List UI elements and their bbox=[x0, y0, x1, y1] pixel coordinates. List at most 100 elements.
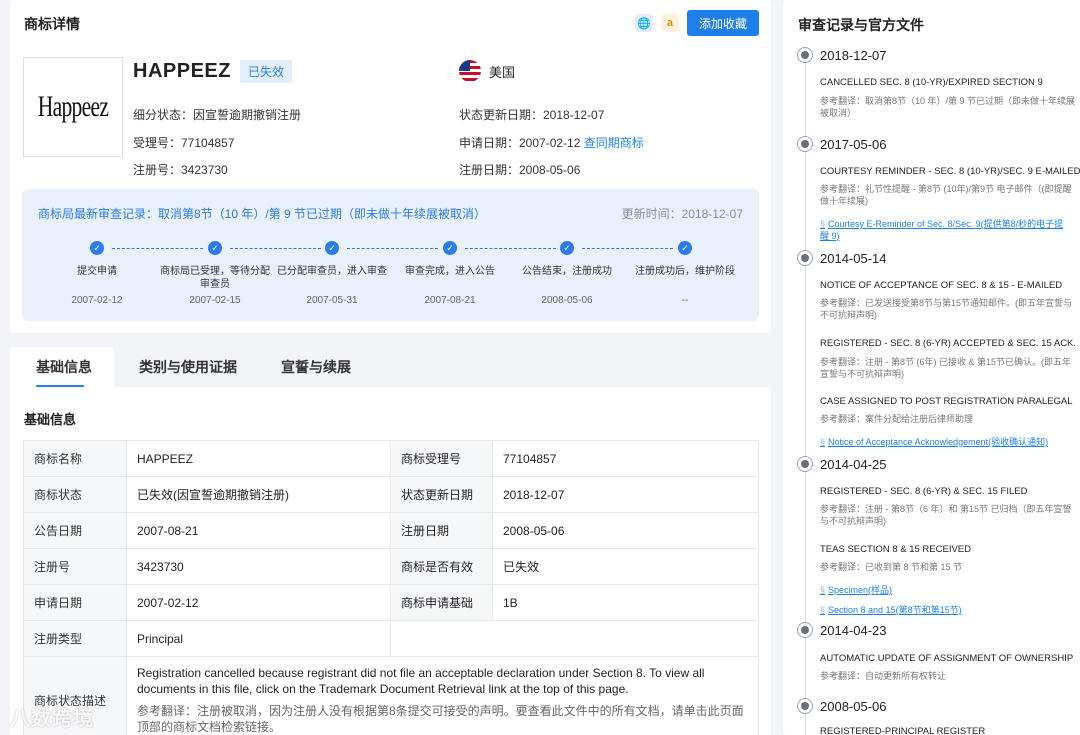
timeline-event: NOTICE OF ACCEPTANCE OF SEC. 8 & 15 - E-… bbox=[820, 280, 1063, 291]
tab-basic-info[interactable]: 基础信息 bbox=[36, 357, 92, 377]
table-label: 公告日期 bbox=[23, 512, 127, 549]
timeline-date: 2008-05-06 bbox=[797, 698, 887, 714]
timeline-date: 2014-05-14 bbox=[797, 250, 887, 266]
timeline-translation: 参考翻译：注册 - 第8节 (6年) 已接收 & 第15节已确认。(即五年宣誓与… bbox=[820, 357, 1072, 379]
table-row: 注册类型 Principal bbox=[23, 620, 759, 657]
country: 美国 bbox=[459, 60, 515, 82]
table-value: HAPPEEZ bbox=[126, 440, 391, 477]
timeline-date: 2014-04-25 bbox=[797, 456, 887, 472]
status-badge: 已失效 bbox=[240, 60, 293, 83]
timeline-date: 2018-12-07 bbox=[797, 47, 887, 63]
timeline-event: CANCELLED SEC. 8 (10-YR)/EXPIRED SECTION… bbox=[820, 77, 1043, 88]
check-icon: ✓ bbox=[678, 241, 692, 255]
progress-step: ✓ 提交申请 2007-02-12 bbox=[38, 241, 156, 306]
timeline-event: AUTOMATIC UPDATE OF ASSIGNMENT OF OWNERS… bbox=[820, 653, 1074, 664]
table-value: 已失效(因宣誓逾期撤销注册) bbox=[126, 476, 391, 513]
tab-classes-evidence[interactable]: 类别与使用证据 bbox=[139, 357, 237, 377]
table-value: 已失效 bbox=[492, 548, 759, 585]
amazon-icon[interactable]: a bbox=[660, 14, 679, 32]
timeline-event: CASE ASSIGNED TO POST REGISTRATION PARAL… bbox=[820, 396, 1073, 407]
document-link[interactable]: § Courtesy E-Reminder of Sec. 8/Sec. 9(提供… bbox=[820, 218, 1070, 242]
timeline-translation: 参考翻译：案件分配给注册后律师助理 bbox=[820, 414, 974, 424]
timeline-translation: 参考翻译：自动更新所有权转让 bbox=[820, 671, 947, 681]
same-period-link[interactable]: 查同期商标 bbox=[584, 136, 644, 150]
table-value: 2008-05-06 bbox=[492, 512, 759, 549]
basic-info-table: 商标名称 HAPPEEZ 商标受理号 77104857 商标状态 已失效(因宣誓… bbox=[23, 440, 759, 735]
apply-date: 申请日期：2007-02-12 bbox=[459, 136, 581, 150]
step-label: 提交申请 bbox=[77, 266, 117, 277]
timeline-date: 2014-04-23 bbox=[797, 622, 887, 638]
table-value: 77104857 bbox=[492, 440, 759, 477]
trademark-detail-card: 商标详情 🌐 a 添加收藏 Happeez HAPPEEZ 已失效 美国 细分状… bbox=[10, 0, 771, 333]
check-icon: ✓ bbox=[208, 241, 222, 255]
detail-title: 商标详情 bbox=[24, 16, 80, 32]
timeline-event: REGISTERED - SEC. 8 (6-YR) ACCEPTED & SE… bbox=[820, 338, 1077, 349]
progress-step: ✓ 注册成功后，维护阶段 -- bbox=[626, 241, 744, 306]
table-row: 注册号 3423730 商标是否有效 已失效 bbox=[23, 548, 759, 585]
table-label: 商标是否有效 bbox=[390, 548, 493, 585]
records-card: 审查记录与官方文件 2018-12-07 CANCELLED SEC. 8 (1… bbox=[783, 0, 1080, 735]
detailed-status: 细分状态：因宣誓逾期撤销注册 bbox=[133, 108, 302, 122]
step-date: 2007-02-15 bbox=[189, 295, 241, 306]
step-date: 2008-05-06 bbox=[541, 295, 593, 306]
progress-steps: ✓ 提交申请 2007-02-12 ✓ 商标局已受理，等待分配审查员 2007-… bbox=[38, 241, 743, 311]
status-description-text: Registration cancelled because registran… bbox=[137, 666, 705, 696]
step-label: 公告结束，注册成功 bbox=[522, 266, 612, 277]
table-label: 商标申请基础 bbox=[390, 584, 493, 621]
status-description: Registration cancelled because registran… bbox=[126, 656, 759, 735]
step-label: 注册成功后，维护阶段 bbox=[635, 266, 735, 277]
records-title: 审查记录与官方文件 bbox=[798, 17, 924, 33]
add-favorite-button[interactable]: 添加收藏 bbox=[686, 10, 759, 36]
step-date: -- bbox=[681, 295, 689, 306]
status-update-date: 状态更新日期：2018-12-07 bbox=[459, 108, 605, 122]
table-value: 3423730 bbox=[126, 548, 391, 585]
us-flag-icon bbox=[459, 60, 481, 82]
table-label: 商标名称 bbox=[23, 440, 127, 477]
step-label: 已分配审查员，进入审查 bbox=[277, 266, 387, 277]
document-link[interactable]: § Notice of Acceptance Acknowledgement(验收… bbox=[820, 435, 1048, 448]
check-icon: ✓ bbox=[560, 241, 574, 255]
table-row: 商标状态描述 Registration cancelled because re… bbox=[23, 656, 759, 735]
country-name: 美国 bbox=[489, 64, 516, 80]
trademark-logo: Happeez bbox=[23, 57, 123, 157]
document-link-icon: § bbox=[820, 219, 826, 229]
detail-actions: 🌐 a 添加收藏 bbox=[634, 10, 759, 36]
progress-step: ✓ 公告结束，注册成功 2008-05-06 bbox=[508, 241, 626, 306]
table-row: 商标名称 HAPPEEZ 商标受理号 77104857 bbox=[23, 440, 759, 477]
registration-number: 注册号：3423730 bbox=[133, 163, 228, 177]
step-date: 2007-08-21 bbox=[424, 295, 476, 306]
timeline-event: COURTESY REMINDER - SEC. 8 (10-YR)/SEC. … bbox=[820, 166, 1080, 177]
document-link-icon: § bbox=[820, 437, 826, 447]
table-label: 状态更新日期 bbox=[390, 476, 493, 513]
timeline-translation: 参考翻译：已发送接受第8节与第15节通知邮件。(即五年宣誓与不可抗辩声明) bbox=[820, 298, 1073, 320]
timeline-event: REGISTERED-PRINCIPAL REGISTER bbox=[820, 726, 986, 735]
timeline-node-icon bbox=[797, 456, 813, 472]
timeline-date: 2017-05-06 bbox=[797, 136, 887, 152]
globe-icon[interactable]: 🌐 bbox=[634, 14, 653, 32]
timeline-translation: 参考翻译：注册 - 第8节（6 年）和 第15节 已归档（即五年宣誓与不可抗辩声… bbox=[820, 504, 1072, 526]
check-icon: ✓ bbox=[325, 241, 339, 255]
timeline-translation: 参考翻译：礼节性提醒 - 第8节 (10年)/第9节 电子邮件（(即提醒做十年续… bbox=[820, 184, 1072, 206]
progress-step: ✓ 审查完成，进入公告 2007-08-21 bbox=[391, 241, 509, 306]
document-link[interactable]: § Specimen(样品) bbox=[820, 583, 892, 596]
progress-update-time: 更新时间：2018-12-07 bbox=[621, 207, 743, 221]
basic-info-card: 基础信息 商标名称 HAPPEEZ 商标受理号 77104857 商标状态 已失… bbox=[10, 387, 771, 735]
table-row: 公告日期 2007-08-21 注册日期 2008-05-06 bbox=[23, 512, 759, 549]
table-label: 商标受理号 bbox=[390, 440, 493, 477]
latest-record: 商标局最新审查记录：取消第8节（10 年）/第 9 节已过期（即未做十年续展被取… bbox=[38, 207, 487, 221]
table-value: Principal bbox=[126, 620, 391, 657]
document-link[interactable]: § Section 8 and 15(第8节和第15节) bbox=[820, 603, 962, 616]
progress-step: ✓ 商标局已受理，等待分配审查员 2007-02-15 bbox=[156, 241, 274, 306]
timeline-node-icon bbox=[797, 47, 813, 63]
status-description-translation: 参考翻译：注册被取消，因为注册人没有根据第8条提交可接受的声明。要查看此文件中的… bbox=[137, 704, 744, 734]
timeline-event: TEAS SECTION 8 & 15 RECEIVED bbox=[820, 544, 971, 555]
timeline-translation: 参考翻译：取消第8节（10 年）/第 9 节已过期（即未做十年续展被取消） bbox=[820, 96, 1076, 118]
trademark-name: HAPPEEZ bbox=[133, 60, 231, 82]
timeline-node-icon bbox=[797, 250, 813, 266]
tab-declaration-renewal[interactable]: 宣誓与续展 bbox=[281, 357, 351, 377]
registration-date: 注册日期：2008-05-06 bbox=[459, 163, 581, 177]
table-value: 2007-08-21 bbox=[126, 512, 391, 549]
check-icon: ✓ bbox=[443, 241, 457, 255]
tab-bar: 基础信息 类别与使用证据 宣誓与续展 bbox=[10, 347, 771, 388]
step-label: 商标局已受理，等待分配审查员 bbox=[160, 266, 270, 290]
